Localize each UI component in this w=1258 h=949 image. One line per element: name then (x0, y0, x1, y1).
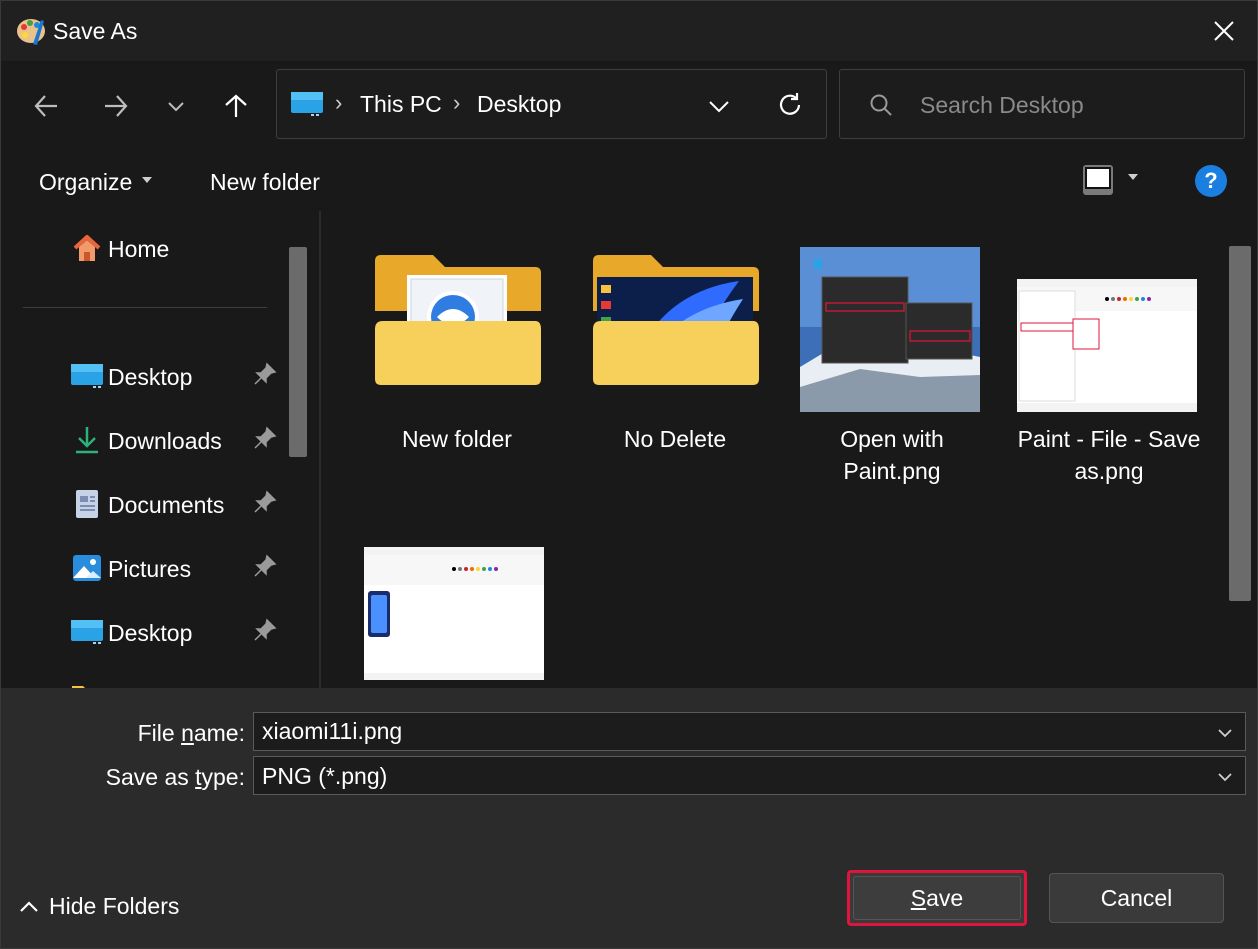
help-button[interactable]: ? (1195, 165, 1227, 197)
arrow-left-icon (34, 95, 57, 117)
file-name: Paint - File - Save as.png (1017, 426, 1201, 484)
refresh-icon[interactable] (775, 90, 805, 120)
title-bar: Save As (1, 1, 1257, 61)
organize-caret-icon (142, 177, 152, 183)
pin-icon[interactable] (253, 362, 277, 386)
file-name: Open with Paint.png (840, 426, 944, 484)
chevron-up-icon (20, 901, 38, 912)
image-thumbnail (364, 547, 544, 680)
pictures-icon (73, 555, 101, 581)
folder-icon (593, 255, 759, 385)
sidebar-item-desktop[interactable]: Desktop (71, 356, 286, 396)
downloads-icon (76, 427, 98, 454)
view-options-caret-icon[interactable] (1127, 173, 1139, 181)
navigation-pane: Home Desktop Downloads Documents Picture… (1, 211, 319, 688)
desktop-icon (71, 620, 103, 644)
file-name: New folder (402, 426, 512, 452)
sidebar-item-label: Documents (108, 492, 225, 518)
home-icon (73, 235, 101, 261)
organize-button[interactable]: Organize (39, 169, 132, 196)
breadcrumb-desktop[interactable]: Desktop (477, 91, 561, 118)
breadcrumb-this-pc[interactable]: This PC (360, 91, 442, 118)
up-button[interactable] (213, 83, 259, 129)
command-bar: Organize New folder (1, 151, 1257, 211)
file-name: No Delete (623, 426, 727, 452)
file-tile[interactable]: New folder (357, 211, 557, 491)
sidebar-divider (23, 307, 267, 308)
file-name-label: File name: (137, 720, 245, 746)
sidebar-item-documents[interactable]: Documents (71, 484, 286, 524)
save-button[interactable]: Save (847, 870, 1027, 926)
save-as-type-label: Save as type: (105, 764, 245, 790)
file-tile[interactable]: No Delete (575, 211, 775, 491)
this-pc-icon (291, 92, 323, 116)
file-tile[interactable] (357, 511, 557, 688)
pin-icon[interactable] (253, 618, 277, 642)
documents-icon (76, 490, 98, 518)
sidebar-item-home[interactable]: Home (71, 228, 286, 268)
sidebar-item-label: Downloads (108, 428, 222, 454)
navigation-bar: › This PC › Desktop (1, 61, 1257, 151)
desktop-icon (71, 364, 103, 388)
sidebar-item-downloads[interactable]: Downloads (71, 420, 286, 460)
chevron-down-icon[interactable] (1215, 767, 1235, 787)
chevron-down-icon[interactable] (1215, 723, 1235, 743)
arrow-right-icon (105, 95, 128, 117)
file-list-pane: New folder No Delete Open with Paint.png… (321, 211, 1257, 688)
close-button[interactable] (1189, 1, 1257, 61)
chevron-down-icon (168, 102, 184, 112)
address-bar[interactable]: › This PC › Desktop (276, 69, 827, 139)
forward-button[interactable] (93, 83, 139, 129)
window-title: Save As (53, 18, 138, 44)
new-folder-button[interactable]: New folder (210, 169, 320, 196)
back-button[interactable] (23, 83, 69, 129)
change-view-icon[interactable] (1081, 163, 1115, 197)
sidebar-item-folder-partial[interactable] (71, 676, 286, 688)
file-name-combobox[interactable] (253, 712, 1246, 751)
file-tile[interactable]: Paint - File - Save as.png (1009, 211, 1209, 491)
save-as-type-value: PNG (*.png) (262, 763, 388, 789)
file-name-input[interactable] (254, 713, 1204, 750)
sidebar-scrollbar[interactable] (289, 247, 307, 457)
close-icon (1214, 21, 1234, 41)
folder-icon (72, 686, 85, 688)
file-list-scrollbar[interactable] (1229, 246, 1251, 601)
hide-folders-label: Hide Folders (49, 892, 180, 919)
image-thumbnail (1017, 279, 1197, 412)
save-as-type-select[interactable]: PNG (*.png) (253, 756, 1246, 795)
save-as-dialog: Save As › This PC › Desktop Search Deskt… (0, 0, 1258, 949)
address-dropdown-icon[interactable] (705, 92, 733, 120)
paint-app-icon (17, 19, 45, 45)
sidebar-item-label: Desktop (108, 364, 193, 390)
search-input[interactable] (920, 89, 1230, 121)
hide-folders-button[interactable]: Hide Folders (19, 891, 179, 921)
pin-icon[interactable] (253, 554, 277, 578)
breadcrumb-separator: › (453, 90, 461, 115)
sidebar-item-desktop-2[interactable]: Desktop (71, 612, 286, 652)
pin-icon[interactable] (253, 490, 277, 514)
save-button-face[interactable]: Save (853, 876, 1021, 920)
folder-icon (375, 255, 541, 385)
search-icon (870, 94, 892, 116)
sidebar-item-label: Desktop (108, 620, 193, 646)
file-tile[interactable]: Open with Paint.png (792, 211, 992, 491)
arrow-up-icon (225, 94, 247, 117)
sidebar-item-label: Home (108, 236, 170, 262)
sidebar-item-pictures[interactable]: Pictures (71, 548, 286, 588)
pin-icon[interactable] (253, 426, 277, 450)
sidebar-item-label: Pictures (108, 556, 192, 582)
cancel-button[interactable]: Cancel (1049, 873, 1224, 923)
recent-locations-button[interactable] (153, 83, 199, 129)
image-thumbnail (800, 247, 980, 412)
search-box[interactable] (839, 69, 1245, 139)
breadcrumb-separator: › (335, 90, 343, 115)
